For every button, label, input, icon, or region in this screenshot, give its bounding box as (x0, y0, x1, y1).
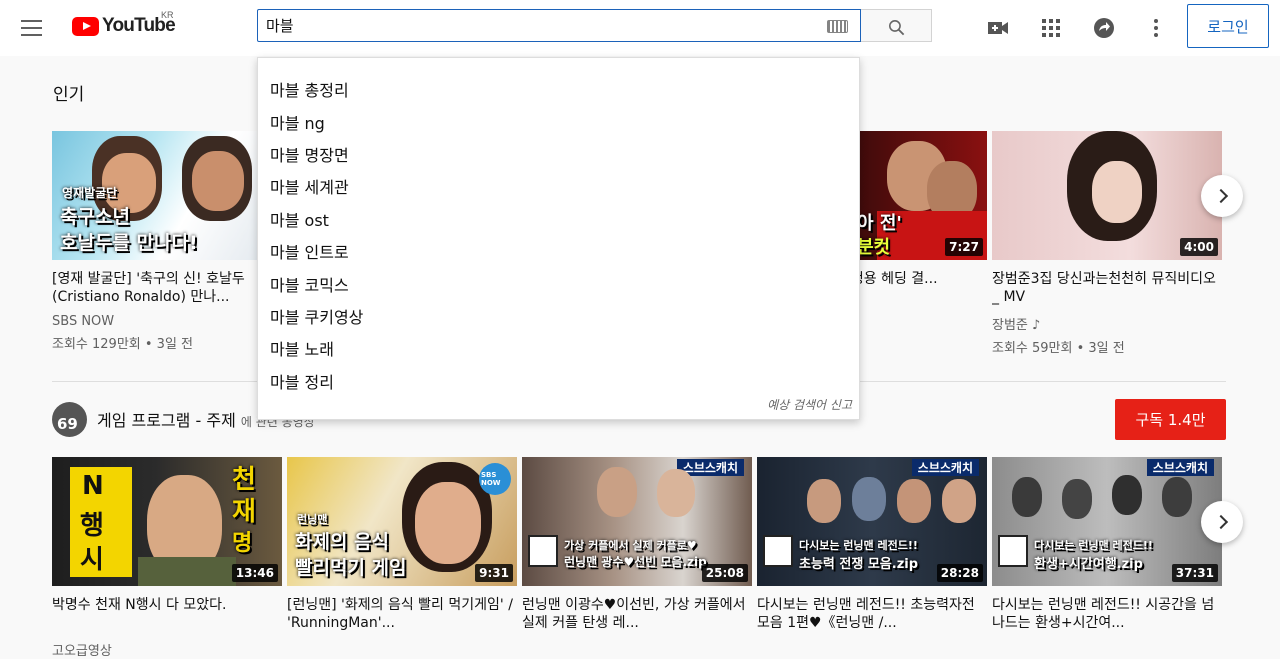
suggestion-item[interactable]: 마블 정리 (258, 365, 859, 397)
report-suggestions-link[interactable]: 예상 검색어 신고 (767, 396, 852, 413)
channel-name[interactable]: SBS NOW (52, 314, 282, 329)
video-thumbnail[interactable]: N 행 시 천 재 명 13:46 (52, 457, 282, 586)
search-input[interactable] (258, 10, 818, 41)
search-icon (888, 19, 905, 36)
next-arrow-button[interactable] (1201, 175, 1243, 217)
search-suggestions: 마블 총정리 마블 ng 마블 명장면 마블 세계관 마블 ost 마블 인트로… (257, 57, 860, 420)
section-title-popular: 인기 (53, 85, 85, 105)
video-title[interactable]: [영재 발굴단] '축구의 신! 호날두(Cristiano Ronaldo) … (52, 270, 282, 306)
youtube-logo[interactable]: YouTube (72, 14, 176, 38)
video-card[interactable]: N 행 시 천 재 명 13:46 박명수 천재 N행시 다 모았다. 고오급영… (52, 457, 282, 659)
suggestion-item[interactable]: 마블 인트로 (258, 235, 859, 267)
video-thumbnail[interactable]: 4:00 (992, 131, 1222, 260)
duration-badge: 13:46 (231, 564, 278, 582)
duration-badge: 4:00 (1180, 238, 1218, 256)
video-card[interactable]: 스브스캐치 가상 커플에서 실제 커플로♥ 런닝맨 광수♥선빈 모음.zip 2… (522, 457, 752, 632)
duration-badge: 7:27 (945, 238, 983, 256)
video-thumbnail[interactable]: 영재발굴단 축구소년 호날두를 만나다! 6: (52, 131, 282, 260)
duration-badge: 25:08 (701, 564, 748, 582)
video-card[interactable]: SBS NOW 런닝맨 화제의 음식 빨리먹기 게임 9:31 [런닝맨] '화… (287, 457, 517, 632)
suggestion-item[interactable]: 마블 ost (258, 203, 859, 235)
video-title[interactable]: 박명수 천재 N행시 다 모았다. (52, 596, 282, 632)
video-thumbnail[interactable]: 스브스캐치 다시보는 런닝맨 레전드!! 초능력 전쟁 모음.zip 28:28 (757, 457, 987, 586)
channel-name[interactable]: 장범준 ♪ (992, 314, 1222, 333)
upload-video-icon[interactable] (986, 16, 1010, 40)
video-thumbnail[interactable]: SBS NOW 런닝맨 화제의 음식 빨리먹기 게임 9:31 (287, 457, 517, 586)
suggestion-item[interactable]: 마블 세계관 (258, 170, 859, 202)
video-title[interactable]: [런닝맨] '화제의 음식 빨리 먹기게임' / 'RunningMan'... (287, 596, 517, 632)
apps-grid-icon[interactable] (1039, 16, 1063, 40)
suggestion-item[interactable]: 마블 코믹스 (258, 267, 859, 299)
video-thumbnail[interactable]: 스브스캐치 다시보는 런닝맨 레전드!! 환생+시간여행.zip 37:31 (992, 457, 1222, 586)
video-meta: 조회수 129만회 • 3일 전 (52, 337, 194, 352)
video-card[interactable]: 영재발굴단 축구소년 호날두를 만나다! 6: [영재 발굴단] '축구의 신!… (52, 131, 282, 352)
duration-badge: 37:31 (1171, 564, 1218, 582)
avatar[interactable]: 69 (52, 402, 87, 437)
video-title[interactable]: 다시보는 런닝맨 레전드!! 시공간을 넘나드는 환생+시간여... (992, 596, 1222, 632)
suggestion-item[interactable]: 마블 ng (258, 105, 859, 137)
more-vertical-icon[interactable] (1144, 16, 1168, 40)
suggestion-item[interactable]: 마블 노래 (258, 332, 859, 364)
video-title[interactable]: 런닝맨 이광수♥이선빈, 가상 커플에서 실제 커플 탄생 레... (522, 596, 752, 632)
login-button[interactable]: 로그인 (1187, 4, 1269, 48)
next-arrow-button[interactable] (1201, 501, 1243, 543)
subscribe-button[interactable]: 구독 1.4만 (1115, 399, 1226, 440)
suggestion-item[interactable]: 마블 총정리 (258, 73, 859, 105)
video-card[interactable]: 스브스캐치 다시보는 런닝맨 레전드!! 환생+시간여행.zip 37:31 다… (992, 457, 1222, 632)
duration-badge: 9:31 (475, 564, 513, 582)
video-meta: 조회수 59만회 • 3일 전 (992, 341, 1125, 356)
youtube-play-icon (72, 16, 99, 36)
top-bar: YouTube KR 로그인 (0, 0, 1280, 56)
video-title[interactable]: 장범준3집 당신과는천천히 뮤직비디오_ MV (992, 270, 1222, 306)
suggestion-item[interactable]: 마블 명장면 (258, 138, 859, 170)
video-thumbnail[interactable]: 스브스캐치 가상 커플에서 실제 커플로♥ 런닝맨 광수♥선빈 모음.zip 2… (522, 457, 752, 586)
search-button[interactable] (861, 9, 932, 42)
keyboard-icon[interactable] (827, 20, 848, 33)
video-card[interactable]: 스브스캐치 다시보는 런닝맨 레전드!! 초능력 전쟁 모음.zip 28:28… (757, 457, 987, 632)
channel-name[interactable]: 고오급영상 (52, 640, 282, 659)
share-message-icon[interactable] (1092, 16, 1116, 40)
video-card[interactable]: 4:00 장범준3집 당신과는천천히 뮤직비디오_ MV 장범준 ♪ 조회수 5… (992, 131, 1222, 356)
suggestion-item[interactable]: 마블 쿠키영상 (258, 300, 859, 332)
duration-badge: 28:28 (936, 564, 983, 582)
video-title[interactable]: 다시보는 런닝맨 레전드!! 초능력자전 모음 1편♥《런닝맨 /... (757, 596, 987, 632)
search-box[interactable] (257, 9, 861, 42)
region-label: KR (161, 10, 174, 20)
menu-icon[interactable] (18, 14, 46, 42)
